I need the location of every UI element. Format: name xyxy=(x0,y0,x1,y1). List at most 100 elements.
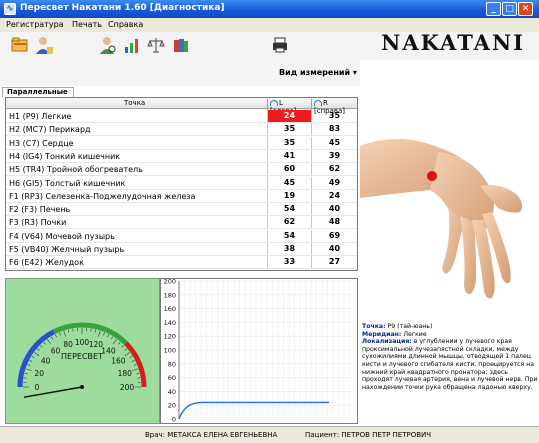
right-value: 69 xyxy=(311,229,357,242)
signal-icon xyxy=(314,100,322,106)
point-info: Точка: P9 (тай-юань) Меридиан: Легкие Ло… xyxy=(362,323,539,391)
left-value: 62 xyxy=(267,216,311,229)
table-row[interactable]: H1 (P9) Легкие 24 35 xyxy=(6,110,357,123)
info-loc-label: Локализация: xyxy=(362,338,412,346)
gauge-tick xyxy=(107,334,110,338)
right-value: 35 xyxy=(311,110,357,122)
header-point[interactable]: Точка xyxy=(124,99,145,107)
diagnostics-icon[interactable] xyxy=(97,35,117,55)
gauge-tick xyxy=(132,368,139,371)
measure-curve xyxy=(178,401,329,420)
gauge-tick xyxy=(131,359,135,362)
gauge-tick xyxy=(29,359,33,362)
left-value: 60 xyxy=(267,163,311,176)
gauge-tick xyxy=(31,355,35,358)
gauge-tick xyxy=(124,348,128,351)
left-value: 38 xyxy=(267,243,311,255)
gauge-needle xyxy=(23,386,83,398)
gauge-tick xyxy=(40,345,43,348)
balance-icon[interactable] xyxy=(146,35,166,55)
table-row[interactable]: H3 (C7) Сердце 35 45 xyxy=(6,136,357,150)
right-value: 45 xyxy=(311,136,357,149)
table-row[interactable]: H2 (MC7) Перикард 35 83 xyxy=(6,123,357,137)
gauge-tick xyxy=(124,352,130,357)
info-point-value: P9 (тай-юань) xyxy=(387,323,433,330)
gauge-pivot xyxy=(80,385,84,389)
view-mode-dropdown[interactable]: Вид измерений ▾ xyxy=(279,68,357,77)
right-value: 24 xyxy=(311,189,357,202)
table-row[interactable]: F3 (R3) Почки 62 48 xyxy=(6,216,357,230)
point-name: F6 (E42) Желудок xyxy=(9,258,84,268)
left-value: 54 xyxy=(267,203,311,216)
gauge-tick-label: 140 xyxy=(101,347,116,356)
right-value: 27 xyxy=(311,256,357,269)
gauge-tick xyxy=(27,364,31,366)
table-row[interactable]: F1 (RP3) Селезенка-Поджелудочная железа 1… xyxy=(6,189,357,203)
gauge-tick xyxy=(63,330,66,337)
info-point-label: Точка: xyxy=(362,323,386,330)
gauge-tick xyxy=(34,352,40,357)
gauge-label: ПЕРЕСВЕТ xyxy=(61,352,103,361)
table-row[interactable]: F6 (E42) Желудок 33 27 xyxy=(6,256,357,270)
right-value: 62 xyxy=(311,163,357,176)
folder-open-icon[interactable] xyxy=(10,35,30,55)
y-tick-label: 40 xyxy=(168,388,176,396)
left-value: 41 xyxy=(267,149,311,162)
gauge-tick xyxy=(25,368,32,371)
table-row[interactable]: F4 (V64) Мочевой пузырь 54 69 xyxy=(6,229,357,243)
measure-graph: 200 180 160 140 120 100 80 60 40 20 0 xyxy=(160,278,358,424)
maximize-button[interactable]: □ xyxy=(502,2,517,16)
gauge-tick xyxy=(47,339,52,345)
patient-icon[interactable] xyxy=(34,35,54,55)
gauge-tick xyxy=(54,334,57,338)
minimize-button[interactable]: _ xyxy=(486,2,501,16)
status-patient: Пациент: ПЕТРОВ ПЕТР ПЕТРОВИЧ xyxy=(305,431,432,439)
point-name: H5 (TR4) Тройной обогреватель xyxy=(9,165,143,175)
point-name: F4 (V64) Мочевой пузырь xyxy=(9,231,115,241)
window-title: Пересвет Накатани 1.60 [Диагностика] xyxy=(20,3,225,13)
right-value: 83 xyxy=(311,123,357,136)
right-value: 48 xyxy=(311,216,357,229)
right-value: 40 xyxy=(311,203,357,216)
menu-registry[interactable]: Регистратура xyxy=(6,20,64,29)
gauge-tick-label: 20 xyxy=(34,369,44,378)
table-header: Точка L [слева] R [справа] xyxy=(6,98,357,115)
menu-help[interactable]: Справка xyxy=(108,20,143,29)
acupoint-marker xyxy=(427,171,437,181)
gauge-tick xyxy=(129,355,133,358)
table-row[interactable]: H4 (IG4) Тонкий кишечник 41 39 xyxy=(6,149,357,163)
gauge-tick xyxy=(98,330,101,337)
gauge-tick xyxy=(36,348,40,351)
books-icon[interactable] xyxy=(171,35,191,55)
close-button[interactable]: ✕ xyxy=(518,2,533,16)
menu-print[interactable]: Печать xyxy=(72,20,102,29)
table-row[interactable]: H6 (GI5) Толстый кишечник 45 49 xyxy=(6,176,357,190)
overlight-gauge: 0 20 40 60 80 100 120 140 160 180 200 ПЕРЕСВЕТ xyxy=(5,278,160,424)
table-row[interactable]: F5 (VB40) Желчный пузырь 38 40 xyxy=(6,243,357,256)
y-tick-label: 60 xyxy=(168,374,176,382)
point-name: H3 (C7) Сердце xyxy=(9,138,74,148)
left-value: 24 xyxy=(267,110,311,122)
printer-icon[interactable] xyxy=(270,35,290,55)
gauge-tick xyxy=(94,329,97,333)
points-table: Точка L [слева] R [справа] H1 (P9) Легки… xyxy=(5,97,358,271)
tab-parallel[interactable]: Параллельные xyxy=(2,87,74,97)
gauge-tick xyxy=(121,345,124,348)
gauge-tick xyxy=(24,372,28,375)
y-tick-label: 20 xyxy=(168,402,176,410)
gauge-tick-label: 0 xyxy=(35,383,40,392)
panel-header: Вид измерений ▾ xyxy=(0,60,360,86)
wave-icon[interactable]: ∿ xyxy=(4,3,16,15)
gauge-tick-label: 40 xyxy=(41,357,51,366)
left-value: 35 xyxy=(267,123,311,136)
gauge-tick xyxy=(133,364,137,366)
right-value: 49 xyxy=(311,176,357,189)
brand-logo: NAKATANI xyxy=(381,30,525,55)
measure-chart-icon[interactable] xyxy=(122,35,142,55)
table-row[interactable]: H5 (TR4) Тройной обогреватель 60 62 xyxy=(6,163,357,177)
info-meridian-label: Меридиан: xyxy=(362,330,402,338)
signal-icon xyxy=(270,100,278,106)
gauge-tick-label: 180 xyxy=(118,369,133,378)
point-name: F1 (RP3) Селезенка-Поджелудочная железа xyxy=(9,191,196,201)
table-row[interactable]: F2 (F3) Печень 54 40 xyxy=(6,203,357,217)
